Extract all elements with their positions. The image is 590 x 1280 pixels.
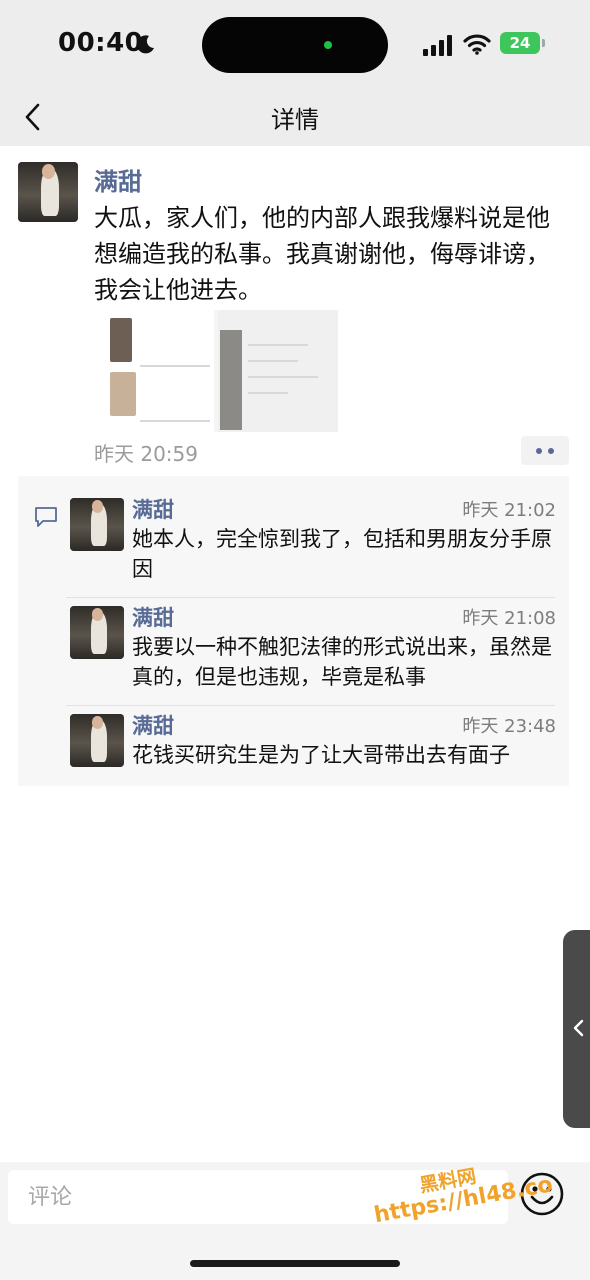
comment-text: 她本人，完全惊到我了，包括和男朋友分手原因: [132, 527, 552, 581]
status-bar: 00:40 24: [0, 0, 590, 88]
cellular-signal-icon: [423, 35, 452, 56]
avatar[interactable]: [18, 162, 78, 222]
comment-author-name[interactable]: 满甜: [132, 494, 174, 524]
comments-section: 满甜 昨天 21:02 她本人，完全惊到我了，包括和男朋友分手原因 满甜 昨天 …: [18, 476, 569, 786]
divider: [66, 705, 555, 706]
status-time: 00:40: [58, 28, 144, 58]
comment-bubble-icon: [35, 507, 57, 527]
comment-author-name[interactable]: 满甜: [132, 602, 174, 632]
battery-level: 24: [509, 34, 531, 52]
divider: [66, 597, 555, 598]
navigation-bar: 详情: [0, 88, 590, 146]
moon-icon: [136, 35, 154, 54]
side-drawer-handle[interactable]: [563, 930, 590, 1128]
wifi-icon: [463, 34, 491, 55]
post-timestamp: 昨天 20:59: [94, 442, 198, 466]
post-author-name[interactable]: 满甜: [94, 162, 142, 197]
chevron-left-icon: [573, 1019, 584, 1037]
avatar[interactable]: [70, 606, 124, 659]
avatar[interactable]: [70, 498, 124, 551]
more-options-button[interactable]: [521, 436, 569, 465]
camera-indicator-icon: [324, 41, 332, 49]
comment-author-name[interactable]: 满甜: [132, 710, 174, 740]
comment-bar: 黑料网 https://hl48.co: [0, 1162, 590, 1280]
comment-timestamp: 昨天 23:48: [462, 716, 556, 737]
comment-timestamp: 昨天 21:08: [462, 608, 556, 629]
battery-indicator: 24: [500, 32, 545, 54]
post-text: 大瓜，家人们，他的内部人跟我爆料说是他想编造我的私事。我真谢谢他，侮辱诽谤，我会…: [94, 204, 550, 304]
comment-text: 我要以一种不触犯法律的形式说出来，虽然是真的，但是也违规，毕竟是私事: [132, 635, 552, 689]
comment-timestamp: 昨天 21:02: [462, 500, 556, 521]
page-title: 详情: [271, 106, 319, 134]
home-indicator[interactable]: [190, 1260, 400, 1267]
comment-text: 花钱买研究生是为了让大哥带出去有面子: [132, 743, 510, 767]
dynamic-island: [202, 17, 388, 73]
post-image[interactable]: [104, 310, 338, 432]
avatar[interactable]: [70, 714, 124, 767]
